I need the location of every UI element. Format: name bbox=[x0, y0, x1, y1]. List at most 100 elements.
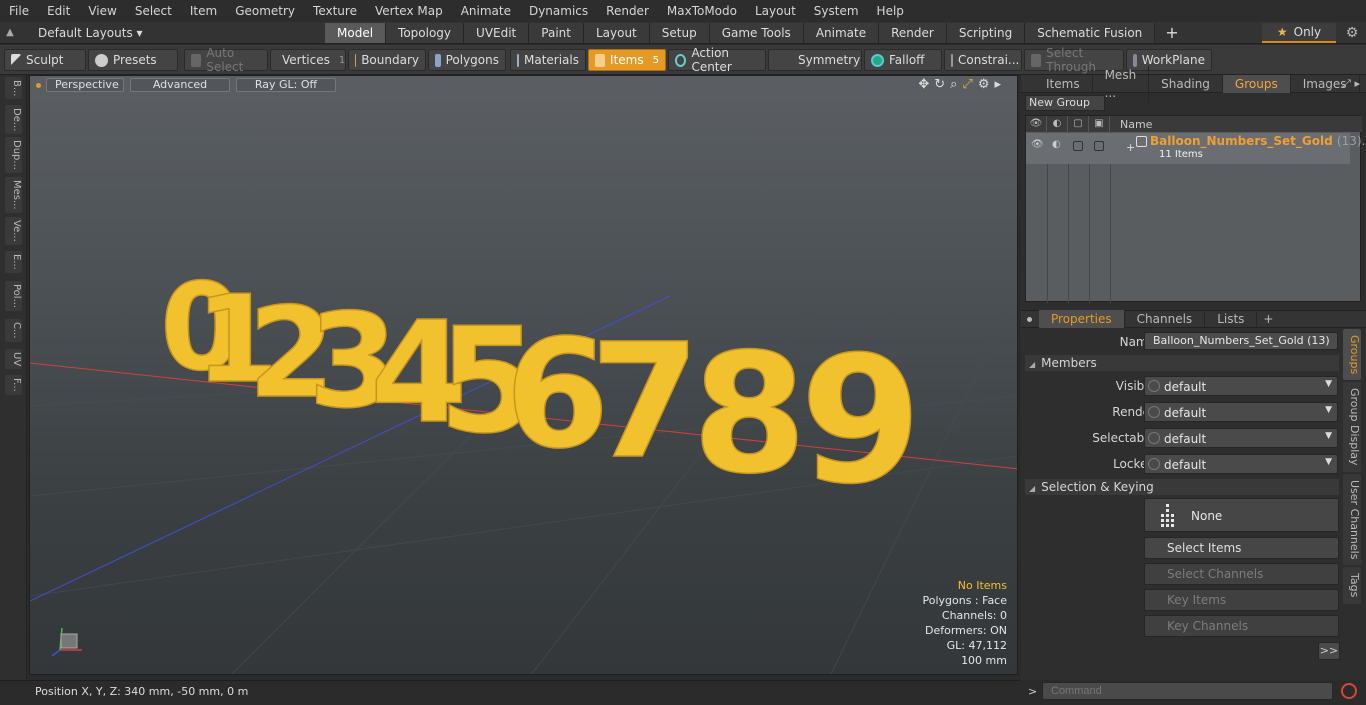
row-eye-icon[interactable]: 👁 bbox=[1031, 139, 1044, 150]
left-strip-tab-9[interactable]: F... bbox=[5, 375, 22, 395]
left-strip-tab-6[interactable]: Pol... bbox=[5, 281, 22, 312]
left-strip-tab-2[interactable]: Dup... bbox=[5, 137, 22, 173]
props-tab-properties[interactable]: Properties bbox=[1039, 310, 1125, 328]
panel-tab-groups[interactable]: Groups bbox=[1222, 74, 1291, 93]
layout-tab-paint[interactable]: Paint bbox=[529, 22, 584, 43]
panel-tab-shading[interactable]: Shading bbox=[1149, 74, 1223, 93]
menu-layout[interactable]: Layout bbox=[746, 0, 805, 22]
zoom-view-icon[interactable]: ⌕ bbox=[950, 77, 957, 92]
only-toggle[interactable]: ★ Only bbox=[1262, 23, 1336, 43]
sculpt-button[interactable]: Sculpt bbox=[4, 49, 86, 71]
layout-selector[interactable]: Default Layouts ▾ bbox=[20, 26, 143, 40]
shading-mode-button[interactable]: Advanced bbox=[130, 78, 230, 92]
layout-tab-render[interactable]: Render bbox=[879, 22, 947, 43]
left-strip-tab-8[interactable]: UV bbox=[5, 349, 22, 370]
boundary-button[interactable]: Boundary bbox=[348, 49, 426, 71]
menu-geometry[interactable]: Geometry bbox=[226, 0, 304, 22]
vertical-tab-tags[interactable]: Tags bbox=[1343, 567, 1361, 604]
new-group-button[interactable]: New Group bbox=[1025, 95, 1105, 111]
move-view-icon[interactable]: ✥ bbox=[918, 77, 929, 92]
visibility-eye-icon[interactable]: 👁 bbox=[1026, 116, 1047, 132]
collapse-arrow-icon[interactable]: ▲ bbox=[0, 27, 20, 38]
menu-item[interactable]: Item bbox=[181, 0, 226, 22]
menu-maxtomodo[interactable]: MaxToModo bbox=[658, 0, 746, 22]
group-row[interactable]: 👁 ◐ + Balloon_Numbers_Set_Gold (13)... 1… bbox=[1026, 133, 1366, 164]
3d-viewport[interactable]: 0123456789 Perspective Advanced Ray GL: … bbox=[29, 75, 1018, 675]
key-items-button[interactable]: Key Items bbox=[1144, 589, 1339, 611]
gear-icon[interactable]: ⚙ bbox=[1342, 22, 1362, 44]
props-tab-channels[interactable]: Channels bbox=[1125, 310, 1206, 328]
layout-tab-uvedit[interactable]: UVEdit bbox=[464, 22, 530, 43]
record-macro-icon[interactable] bbox=[1341, 683, 1357, 699]
view-mode-button[interactable]: Perspective bbox=[46, 78, 124, 92]
locked-dropdown[interactable]: default ▼ bbox=[1144, 454, 1338, 474]
left-strip-tab-4[interactable]: Ve... bbox=[5, 217, 22, 245]
layout-tab-layout[interactable]: Layout bbox=[583, 22, 650, 43]
vertical-tab-user-channels[interactable]: User Channels bbox=[1343, 473, 1361, 566]
items-button[interactable]: Items 5 bbox=[588, 49, 666, 71]
add-props-tab-icon[interactable]: + bbox=[1257, 312, 1279, 326]
layout-tab-topology[interactable]: Topology bbox=[386, 22, 465, 43]
menu-help[interactable]: Help bbox=[868, 0, 913, 22]
raygl-button[interactable]: Ray GL: Off bbox=[236, 78, 336, 92]
menu-render[interactable]: Render bbox=[597, 0, 658, 22]
layout-tab-scripting[interactable]: Scripting bbox=[946, 22, 1026, 43]
constraints-button[interactable]: Constrai... bbox=[944, 49, 1022, 71]
rotate-view-icon[interactable]: ↻ bbox=[934, 77, 945, 92]
panel-tab-items[interactable]: Items bbox=[1034, 74, 1093, 93]
vertical-tab-groups[interactable]: Groups bbox=[1343, 329, 1361, 381]
viewport-expand-icon[interactable]: ▸ bbox=[994, 77, 1001, 92]
add-tab-icon[interactable]: + bbox=[1155, 23, 1188, 42]
viewport-gear-icon[interactable]: ⚙ bbox=[978, 77, 990, 92]
props-tab-lists[interactable]: Lists bbox=[1205, 310, 1258, 328]
menu-animate[interactable]: Animate bbox=[452, 0, 520, 22]
polygons-button[interactable]: Polygons bbox=[428, 49, 506, 71]
left-strip-tab-3[interactable]: Mes... bbox=[5, 177, 22, 213]
layout-tab-setup[interactable]: Setup bbox=[649, 22, 710, 43]
members-section[interactable]: ◢ Members bbox=[1025, 355, 1339, 371]
row-render-icon[interactable]: ◐ bbox=[1052, 139, 1062, 150]
expand-plus-icon[interactable]: + bbox=[1126, 141, 1135, 154]
balloon-digit-7[interactable]: 7 bbox=[589, 309, 700, 495]
vertical-tab-group-display[interactable]: Group Display bbox=[1343, 382, 1361, 472]
menu-select[interactable]: Select bbox=[126, 0, 181, 22]
panel-expand-icon[interactable]: ⤢ ▸ bbox=[1342, 75, 1360, 93]
more-button[interactable]: >> bbox=[1318, 642, 1340, 660]
left-strip-tab-7[interactable]: C... bbox=[5, 319, 22, 342]
auto-select-button[interactable]: Auto Select bbox=[184, 46, 268, 74]
row-select-checkbox[interactable] bbox=[1073, 141, 1083, 151]
menu-system[interactable]: System bbox=[805, 0, 868, 22]
select-channels-button[interactable]: Select Channels bbox=[1144, 563, 1339, 585]
layout-tab-animate[interactable]: Animate bbox=[803, 22, 880, 43]
balloon-digit-9[interactable]: 9 bbox=[799, 319, 922, 524]
menu-view[interactable]: View bbox=[79, 0, 125, 22]
visible-dropdown[interactable]: default ▼ bbox=[1144, 376, 1338, 396]
left-strip-tab-5[interactable]: E... bbox=[5, 251, 22, 273]
command-input[interactable] bbox=[1042, 682, 1333, 700]
props-menu-dot[interactable] bbox=[1027, 316, 1032, 322]
left-strip-tab-0[interactable]: B... bbox=[5, 77, 22, 100]
lock-cube-icon[interactable]: ▣ bbox=[1089, 116, 1110, 132]
balloon-digit-8[interactable]: 8 bbox=[691, 317, 807, 511]
maximize-view-icon[interactable]: ⤢ bbox=[962, 77, 972, 92]
add-panel-tab-icon[interactable]: + bbox=[1360, 77, 1366, 91]
none-selection-button[interactable]: None bbox=[1144, 498, 1339, 532]
layout-tab-game-tools[interactable]: Game Tools bbox=[709, 22, 804, 43]
render-dropdown[interactable]: default ▼ bbox=[1144, 402, 1338, 422]
menu-file[interactable]: File bbox=[0, 0, 38, 22]
menu-texture[interactable]: Texture bbox=[304, 0, 366, 22]
menu-edit[interactable]: Edit bbox=[38, 0, 79, 22]
selection-keying-section[interactable]: ◢ Selection & Keying bbox=[1025, 479, 1339, 495]
viewport-menu-dot[interactable] bbox=[36, 82, 41, 88]
group-name-field[interactable]: Balloon_Numbers_Set_Gold (13) bbox=[1144, 332, 1338, 350]
select-items-button[interactable]: Select Items bbox=[1144, 537, 1339, 559]
menu-dynamics[interactable]: Dynamics bbox=[520, 0, 597, 22]
left-strip-tab-1[interactable]: De... bbox=[5, 105, 22, 135]
action-center-button[interactable]: Action Center bbox=[668, 46, 766, 74]
presets-button[interactable]: Presets bbox=[88, 49, 178, 71]
materials-button[interactable]: Materials bbox=[510, 49, 586, 71]
selectable-dropdown[interactable]: default ▼ bbox=[1144, 428, 1338, 448]
row-lock-checkbox[interactable] bbox=[1094, 141, 1104, 151]
falloff-button[interactable]: Falloff bbox=[864, 49, 942, 71]
layout-tab-model[interactable]: Model bbox=[325, 22, 387, 43]
